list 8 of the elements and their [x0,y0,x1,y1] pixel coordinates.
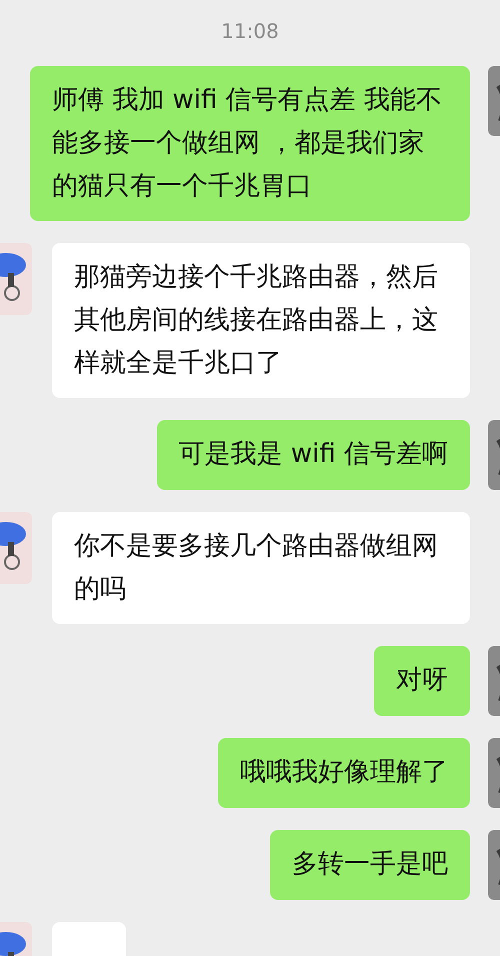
message-text: 那猫旁边接个千兆路由器，然后其他房间的线接在路由器上，这样就全是千兆口了 [74,262,438,378]
message-text: 对呀 [396,665,448,695]
message-text: 可是我是 wifi 信号差啊 [178,439,448,469]
message-text: 哦哦我好像理解了 [240,757,448,787]
timestamp: 11:08 [221,18,279,45]
message-text: 你不是要多接几个路由器做组网的吗 [74,531,438,604]
message-text: 多转一手是吧 [292,849,448,879]
message-text: 师傅 我加 wifi 信号有点差 我能不能多接一个做组网 ，都是我们家的猫只有一个千兆胃口 [52,85,442,201]
